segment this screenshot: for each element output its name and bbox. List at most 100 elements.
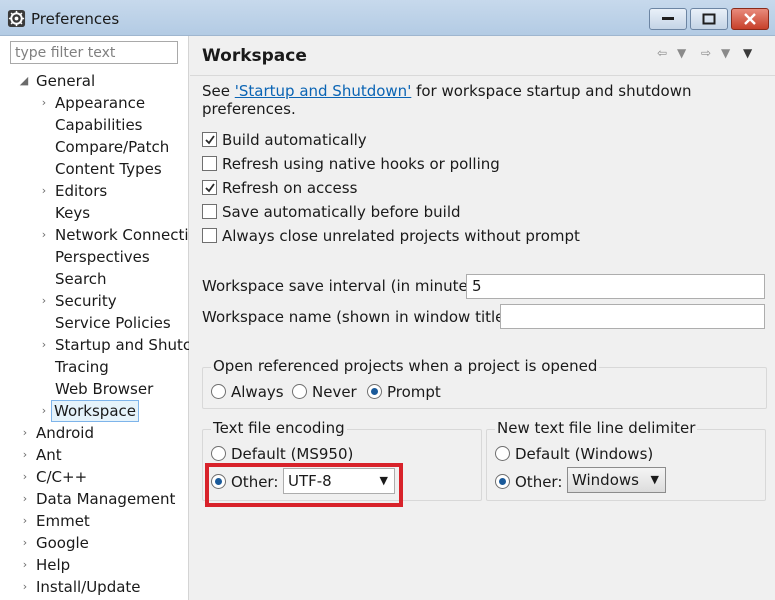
checkbox-box[interactable]	[202, 228, 217, 243]
checkbox-box[interactable]	[202, 156, 217, 171]
radio-dot[interactable]	[292, 384, 307, 399]
workspace-name-label: Workspace name (shown in window title):	[202, 308, 516, 326]
tree-item-compare-patch[interactable]: Compare/Patch	[0, 136, 189, 158]
workspace-name-field[interactable]	[500, 304, 765, 329]
preferences-gear-icon	[7, 9, 26, 28]
tree-item-label: Data Management	[36, 490, 176, 508]
tree-item-label: Network Connecti	[55, 226, 189, 244]
radio-dot[interactable]	[495, 446, 510, 461]
checkbox-box[interactable]	[202, 204, 217, 219]
forward-menu-chevron-down-icon[interactable]: ▼	[721, 46, 730, 60]
radio-dot[interactable]	[367, 384, 382, 399]
collapsed-arrow-icon[interactable]: ›	[19, 532, 31, 554]
tree-item-label: Install/Update	[36, 578, 141, 596]
collapsed-arrow-icon[interactable]: ›	[19, 422, 31, 444]
tree-item-install-update[interactable]: › Install/Update	[0, 576, 189, 598]
window-title: Preferences	[31, 10, 120, 28]
dropdown-arrow-icon[interactable]: ▼	[651, 473, 659, 486]
collapsed-arrow-icon[interactable]: ›	[19, 554, 31, 576]
collapsed-arrow-icon[interactable]: ›	[38, 334, 50, 356]
tree-item-label: Service Policies	[55, 314, 171, 332]
collapsed-arrow-icon[interactable]: ›	[19, 488, 31, 510]
collapsed-arrow-icon[interactable]: ›	[19, 510, 31, 532]
radio-label: Default (Windows)	[515, 445, 654, 463]
tree-item-label: C/C++	[36, 468, 88, 486]
filter-input[interactable]	[10, 41, 178, 64]
tree-item-editors[interactable]: › Editors	[0, 180, 189, 202]
radio-dot[interactable]	[211, 384, 226, 399]
save-interval-field[interactable]: 5	[466, 274, 765, 299]
tree-item-service-policies[interactable]: Service Policies	[0, 312, 189, 334]
collapsed-arrow-icon[interactable]: ›	[38, 92, 50, 114]
tree-item-label: Web Browser	[55, 380, 154, 398]
back-menu-chevron-down-icon[interactable]: ▼	[677, 46, 686, 60]
collapsed-arrow-icon[interactable]: ›	[19, 466, 31, 488]
collapsed-arrow-icon[interactable]: ›	[38, 400, 50, 422]
back-arrow-icon[interactable]: ⇦	[657, 46, 667, 60]
delimiter-other-radio[interactable]: Other:	[495, 472, 565, 492]
tree-item-web-browser[interactable]: Web Browser	[0, 378, 189, 400]
save-before-build-checkbox[interactable]: Save automatically before build	[202, 202, 552, 222]
tree-item-ant[interactable]: › Ant	[0, 444, 189, 466]
tree-item-search[interactable]: Search	[0, 268, 189, 290]
page-navigation: ⇦ ▼ ⇨ ▼ ▼	[657, 46, 767, 64]
radio-dot[interactable]	[495, 474, 510, 489]
expanded-arrow-icon[interactable]: ◢	[18, 70, 30, 92]
view-menu-chevron-down-icon[interactable]: ▼	[743, 46, 752, 60]
tree-item-content-types[interactable]: Content Types	[0, 158, 189, 180]
maximize-button[interactable]	[690, 8, 728, 30]
tree-item-help[interactable]: › Help	[0, 554, 189, 576]
open-always-radio[interactable]: Always	[211, 382, 291, 402]
radio-dot[interactable]	[211, 446, 226, 461]
refresh-on-access-checkbox[interactable]: Refresh on access	[202, 178, 502, 198]
delimiter-default-radio[interactable]: Default (Windows)	[495, 444, 655, 464]
tree-item-capabilities[interactable]: Capabilities	[0, 114, 189, 136]
tree-item-keys[interactable]: Keys	[0, 202, 189, 224]
tree-item-label: Help	[36, 556, 71, 574]
tree-item-appearance[interactable]: › Appearance	[0, 92, 189, 114]
checkbox-label: Build automatically	[222, 131, 367, 149]
checkbox-label: Refresh on access	[222, 179, 358, 197]
tree-item-android[interactable]: › Android	[0, 422, 189, 444]
encoding-default-radio[interactable]: Default (MS950)	[211, 444, 371, 464]
minimize-button[interactable]	[649, 8, 687, 30]
group-title: Text file encoding	[211, 419, 347, 437]
collapsed-arrow-icon[interactable]: ›	[19, 576, 31, 598]
tree-item-label: Capabilities	[55, 116, 143, 134]
build-automatically-checkbox[interactable]: Build automatically	[202, 130, 502, 150]
line-delimiter-group: New text file line delimiter Default (Wi…	[486, 419, 766, 501]
tree-item-security[interactable]: › Security	[0, 290, 189, 312]
open-never-radio[interactable]: Never	[292, 382, 362, 402]
collapsed-arrow-icon[interactable]: ›	[38, 180, 50, 202]
collapsed-arrow-icon[interactable]: ›	[38, 224, 50, 246]
tree-item-general[interactable]: ◢ General	[0, 70, 189, 92]
close-unrelated-projects-checkbox[interactable]: Always close unrelated projects without …	[202, 226, 622, 246]
encoding-highlight-box	[205, 463, 403, 507]
tree-item-google[interactable]: › Google	[0, 532, 189, 554]
open-prompt-radio[interactable]: Prompt	[367, 382, 447, 402]
checkbox-box[interactable]	[202, 132, 217, 147]
preference-tree-panel: ◢ General › Appearance Capabilities Comp…	[0, 36, 189, 600]
tree-item-data-management[interactable]: › Data Management	[0, 488, 189, 510]
tree-item-startup-and-shutdown[interactable]: › Startup and Shutc	[0, 334, 189, 356]
startup-shutdown-link[interactable]: 'Startup and Shutdown'	[235, 82, 412, 100]
tree-item-emmet[interactable]: › Emmet	[0, 510, 189, 532]
checkbox-box[interactable]	[202, 180, 217, 195]
tree-item-workspace[interactable]: › Workspace	[0, 400, 189, 422]
tree-item-label: Google	[36, 534, 89, 552]
close-icon	[744, 13, 756, 25]
tree-item-tracing[interactable]: Tracing	[0, 356, 189, 378]
delimiter-select[interactable]: Windows ▼	[567, 467, 666, 493]
tree-item-label: Appearance	[55, 94, 146, 112]
collapsed-arrow-icon[interactable]: ›	[19, 444, 31, 466]
title-bar: Preferences	[0, 0, 775, 36]
refresh-native-hooks-checkbox[interactable]: Refresh using native hooks or polling	[202, 154, 602, 174]
forward-arrow-icon[interactable]: ⇨	[701, 46, 711, 60]
collapsed-arrow-icon[interactable]: ›	[38, 290, 50, 312]
minimize-icon	[662, 17, 674, 20]
tree-item-perspectives[interactable]: Perspectives	[0, 246, 189, 268]
close-button[interactable]	[731, 8, 769, 30]
tree-item-network-connections[interactable]: › Network Connecti	[0, 224, 189, 246]
group-title: New text file line delimiter	[495, 419, 698, 437]
tree-item-c-cpp[interactable]: › C/C++	[0, 466, 189, 488]
